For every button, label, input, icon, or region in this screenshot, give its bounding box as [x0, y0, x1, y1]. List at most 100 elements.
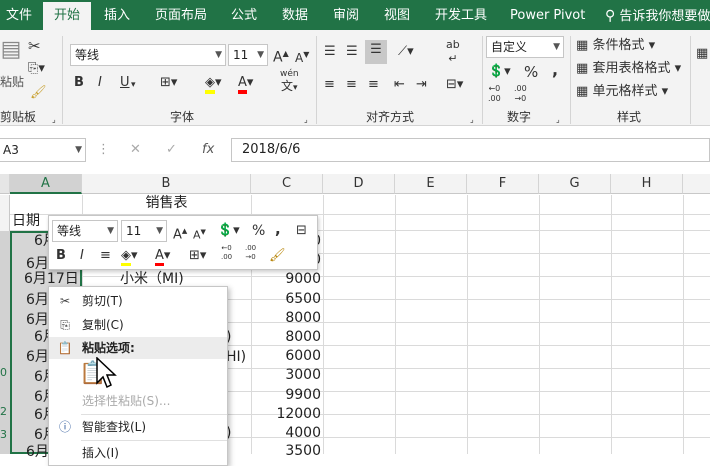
tab-home[interactable]: 开始 — [43, 2, 91, 30]
insert-cells-icon[interactable]: ▦ — [696, 44, 708, 64]
bold-button[interactable]: B — [74, 73, 84, 93]
format-painter-icon[interactable]: 🖌 — [30, 83, 47, 103]
tab-data[interactable]: 数据 — [282, 0, 308, 30]
sheet-title-cell[interactable]: 销售表 — [82, 192, 251, 215]
align-top-icon[interactable]: ☰ — [324, 42, 336, 62]
fill-color-icon[interactable]: ◈▾ — [121, 246, 138, 266]
mouse-cursor-icon — [96, 357, 117, 389]
menu-item-cut[interactable]: ✂ 剪切(T) — [49, 289, 227, 313]
tab-formulas[interactable]: 公式 — [231, 0, 257, 30]
chevron-down-icon: ▼ — [215, 50, 222, 60]
decrease-indent-icon[interactable]: ⇤ — [394, 75, 405, 95]
font-color-icon[interactable]: A▾ — [238, 73, 253, 94]
formula-bar-resize-icon[interactable]: ⋮ — [97, 140, 110, 160]
sales-cell[interactable]: 3500 — [251, 440, 321, 463]
cut-icon[interactable]: ✂ — [28, 36, 41, 56]
dialog-launcher-icon[interactable]: ⌟ — [52, 110, 56, 130]
align-left-icon[interactable]: ≡ — [324, 75, 335, 95]
date-cell[interactable]: 6月 — [26, 441, 49, 464]
column-header-b[interactable]: B — [82, 174, 251, 194]
cell-styles-button[interactable]: ▦ 单元格样式 ▾ — [576, 82, 668, 102]
mini-bold-button[interactable]: B — [56, 246, 66, 266]
menu-item-smart-lookup[interactable]: ⓘ 智能查找(L) — [49, 415, 227, 439]
fill-color-icon[interactable]: ◈▾ — [205, 73, 222, 94]
format-cells-icon[interactable]: ⊟ — [296, 221, 307, 241]
dialog-launcher-icon[interactable]: ⌟ — [556, 110, 560, 130]
dialog-launcher-icon[interactable]: ⌟ — [470, 110, 474, 130]
decrease-decimal-icon[interactable]: .00 →0 — [245, 244, 256, 262]
tab-power-pivot[interactable]: Power Pivot — [510, 0, 585, 30]
column-header-next[interactable] — [683, 174, 710, 194]
tab-developer[interactable]: 开发工具 — [435, 0, 487, 30]
mini-comma-button[interactable]: , — [275, 219, 281, 239]
font-size-dropdown[interactable]: 11 ▼ — [228, 44, 268, 66]
tab-review[interactable]: 审阅 — [333, 0, 359, 30]
formula-input[interactable]: 2018/6/6 — [231, 138, 710, 162]
grow-font-icon[interactable]: A▲ — [173, 221, 187, 245]
column-header-g[interactable]: G — [539, 174, 611, 194]
grow-font-button[interactable]: A▲ — [273, 44, 289, 68]
enter-icon[interactable]: ✓ — [166, 140, 177, 160]
align-right-icon[interactable]: ≡ — [368, 75, 379, 95]
accounting-format-icon[interactable]: 💲▾ — [488, 62, 511, 82]
underline-button[interactable]: U — [120, 73, 130, 93]
wrap-text-icon[interactable]: ab ↵ — [446, 38, 460, 66]
phonetic-button[interactable]: wén 文▾ — [280, 68, 299, 94]
column-header-d[interactable]: D — [323, 174, 395, 194]
chevron-down-icon[interactable]: ▾ — [131, 75, 136, 95]
decrease-decimal-button[interactable]: .00 →0 — [514, 84, 527, 104]
increase-indent-icon[interactable]: ⇥ — [416, 75, 427, 95]
cancel-icon[interactable]: ✕ — [130, 140, 141, 160]
tab-view[interactable]: 视图 — [384, 0, 410, 30]
align-center-icon[interactable]: ≡ — [100, 246, 111, 266]
orientation-icon[interactable]: ⟋▾ — [398, 42, 414, 62]
conditional-format-icon: ▦ — [576, 38, 589, 53]
smart-lookup-icon: ⓘ — [58, 420, 71, 434]
copy-icon[interactable]: ⎘▾ — [28, 59, 45, 79]
mini-size-dropdown[interactable]: 11 ▼ — [121, 220, 167, 242]
insert-function-button[interactable]: fx — [202, 140, 214, 160]
row-number: 3 — [0, 428, 7, 441]
conditional-format-button[interactable]: ▦ 条件格式 ▾ — [576, 36, 655, 56]
menu-item-copy[interactable]: ⎘ 复制(C) — [49, 313, 227, 337]
align-bottom-icon[interactable]: ☰ — [365, 40, 387, 64]
mini-font-dropdown[interactable]: 等线 ▼ — [52, 220, 118, 242]
shrink-font-icon[interactable]: A▼ — [193, 222, 206, 246]
column-header-h[interactable]: H — [611, 174, 683, 194]
shrink-font-button[interactable]: A▼ — [295, 45, 309, 68]
select-all-corner[interactable] — [0, 174, 10, 194]
percent-button[interactable]: % — [524, 62, 538, 82]
increase-decimal-icon[interactable]: ←0.00 — [221, 244, 232, 262]
font-color-icon[interactable]: A▾ — [155, 246, 170, 266]
accounting-format-icon[interactable]: 💲▾ — [217, 221, 240, 241]
italic-button[interactable]: I — [98, 73, 102, 93]
menu-item-paste-special[interactable]: 选择性粘贴(S)... — [49, 389, 227, 413]
dialog-launcher-icon[interactable]: ⌟ — [304, 110, 308, 130]
mini-italic-button[interactable]: I — [80, 246, 84, 266]
mini-percent-button[interactable]: % — [252, 221, 265, 241]
tab-file[interactable]: 文件 — [6, 0, 32, 30]
column-header-f[interactable]: F — [467, 174, 539, 194]
paste-button[interactable]: 粘贴 — [0, 72, 24, 92]
borders-icon[interactable]: ⊞▾ — [189, 246, 206, 266]
name-box[interactable]: A3 ▼ — [0, 138, 86, 162]
tab-page-layout[interactable]: 页面布局 — [155, 0, 207, 30]
format-painter-icon[interactable]: 🖌 — [269, 246, 286, 266]
number-format-dropdown[interactable]: 自定义 ▼ — [486, 36, 564, 58]
font-name-dropdown[interactable]: 等线 ▼ — [70, 44, 226, 66]
column-header-c[interactable]: C — [251, 174, 323, 194]
comma-button[interactable]: , — [552, 60, 558, 80]
copy-icon: ⎘ — [60, 318, 70, 332]
menu-item-insert[interactable]: 插入(I) — [49, 441, 227, 465]
format-as-table-button[interactable]: ▦ 套用表格格式 ▾ — [576, 59, 681, 79]
product-cell[interactable]: HI) — [226, 346, 246, 369]
column-header-a[interactable]: A — [10, 174, 82, 194]
align-middle-icon[interactable]: ☰ — [346, 42, 358, 62]
align-center-icon[interactable]: ≡ — [346, 75, 357, 95]
merge-center-icon[interactable]: ⊟▾ — [446, 75, 463, 95]
tell-me-box[interactable]: ⚲ 告诉我你想要做 — [605, 0, 710, 30]
increase-decimal-button[interactable]: ←0.00 — [488, 84, 501, 104]
tab-insert[interactable]: 插入 — [104, 0, 130, 30]
borders-icon[interactable]: ⊞▾ — [160, 73, 177, 93]
column-header-e[interactable]: E — [395, 174, 467, 194]
